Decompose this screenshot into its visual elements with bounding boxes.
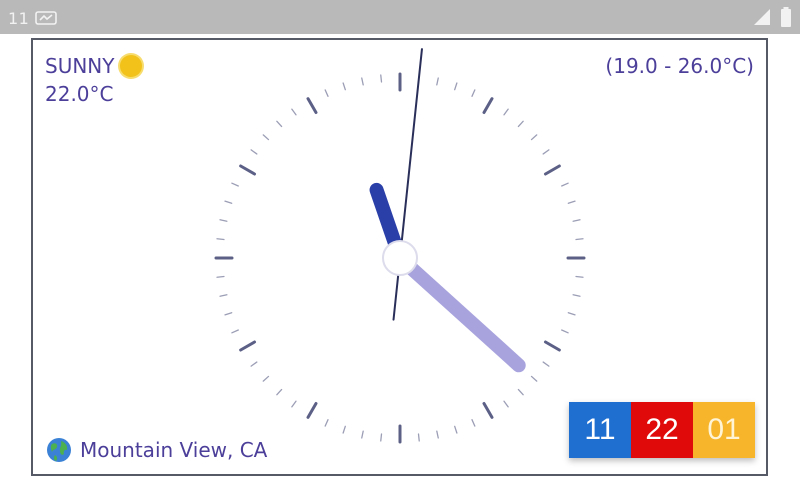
clock-center-cap bbox=[382, 240, 418, 276]
minute-tick bbox=[567, 312, 576, 316]
globe-icon bbox=[47, 438, 71, 462]
digital-seconds: 01 bbox=[693, 402, 755, 458]
minute-tick bbox=[342, 425, 346, 434]
minute-tick bbox=[361, 77, 364, 86]
minute-tick bbox=[219, 294, 228, 297]
minute-tick bbox=[291, 108, 297, 116]
minute-tick bbox=[575, 275, 584, 278]
minute-tick bbox=[575, 238, 584, 241]
weather-condition: SUNNY bbox=[45, 54, 115, 78]
minute-tick bbox=[436, 77, 439, 86]
minute-tick bbox=[572, 219, 581, 222]
minute-tick bbox=[250, 361, 258, 367]
minute-tick bbox=[324, 89, 329, 97]
digital-clock: 11 22 01 bbox=[569, 402, 755, 458]
minute-tick bbox=[276, 120, 283, 128]
minute-tick bbox=[216, 275, 225, 278]
minute-tick bbox=[454, 82, 458, 91]
minute-tick bbox=[231, 182, 239, 187]
minute-tick bbox=[471, 419, 476, 427]
minute-tick bbox=[517, 120, 524, 128]
hour-tick bbox=[239, 340, 257, 352]
minute-tick bbox=[291, 400, 297, 408]
minute-tick bbox=[436, 430, 439, 439]
hour-tick bbox=[306, 97, 318, 115]
digital-hours: 11 bbox=[569, 402, 631, 458]
minute-tick bbox=[216, 238, 225, 241]
minute-tick bbox=[517, 388, 524, 396]
location: Mountain View, CA bbox=[46, 436, 267, 464]
minute-tick bbox=[250, 149, 258, 155]
hour-tick bbox=[239, 164, 257, 176]
hour-tick bbox=[543, 340, 561, 352]
minute-tick bbox=[224, 200, 233, 204]
minute-tick bbox=[276, 388, 283, 396]
weather-panel: SUNNY 22.0°C bbox=[45, 52, 143, 108]
minute-tick bbox=[219, 219, 228, 222]
hour-tick bbox=[543, 164, 561, 176]
hour-tick bbox=[306, 401, 318, 419]
hour-tick bbox=[482, 97, 494, 115]
minute-tick bbox=[231, 329, 239, 334]
minute-tick bbox=[380, 433, 383, 442]
minute-tick bbox=[561, 329, 569, 334]
digital-minutes: 22 bbox=[631, 402, 693, 458]
minute-tick bbox=[471, 89, 476, 97]
current-temperature: 22.0°C bbox=[45, 82, 114, 106]
minute-tick bbox=[380, 74, 383, 83]
minute-tick bbox=[262, 134, 270, 141]
minute-tick bbox=[542, 149, 550, 155]
minute-tick bbox=[454, 425, 458, 434]
minute-tick bbox=[530, 134, 538, 141]
minute-tick bbox=[224, 312, 233, 316]
minute-tick bbox=[542, 361, 550, 367]
temperature-range: (19.0 - 26.0°C) bbox=[605, 54, 754, 78]
sun-icon bbox=[120, 55, 143, 77]
minute-tick bbox=[503, 108, 509, 116]
minute-tick bbox=[342, 82, 346, 91]
minute-tick bbox=[324, 419, 329, 427]
minute-tick bbox=[572, 294, 581, 297]
minute-tick bbox=[262, 375, 270, 382]
minute-tick bbox=[503, 400, 509, 408]
hour-tick bbox=[482, 401, 494, 419]
minute-tick bbox=[530, 375, 538, 382]
location-name: Mountain View, CA bbox=[80, 438, 268, 462]
minute-tick bbox=[561, 182, 569, 187]
minute-tick bbox=[361, 430, 364, 439]
minute-hand bbox=[393, 251, 526, 373]
minute-tick bbox=[567, 200, 576, 204]
minute-tick bbox=[417, 433, 420, 442]
